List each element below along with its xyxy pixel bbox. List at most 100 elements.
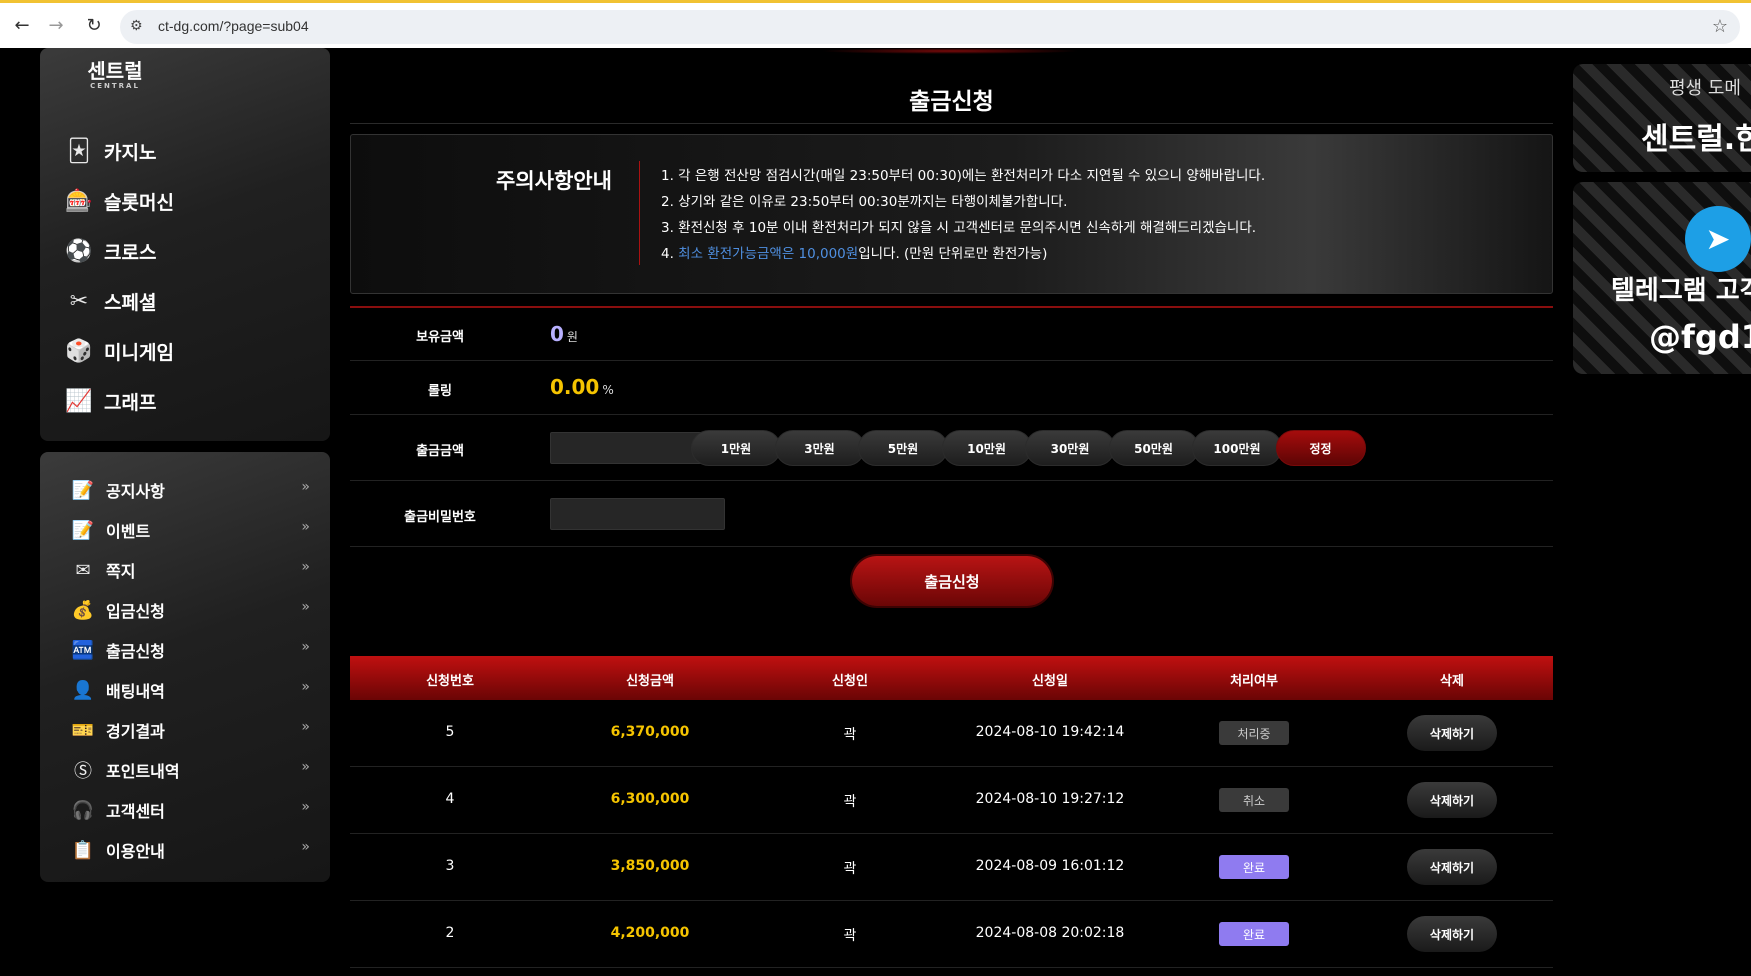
game-menu-icon: 📈: [65, 388, 93, 414]
notice-line-4: 4. 최소 환전가능금액은 10,000원입니다. (만원 단위로만 환전가능): [661, 241, 1265, 267]
game-menu-item-3[interactable]: ⚽ 크로스: [64, 226, 174, 276]
sub-menu-item-7[interactable]: 🎫 경기결과 »: [70, 710, 310, 750]
logo-text: 센트럴: [87, 59, 143, 83]
sub-menu-label: 경기결과: [106, 722, 165, 741]
sub-menu-icon: 📝: [71, 479, 95, 501]
quick-amount-button-7[interactable]: 100만원: [1192, 430, 1282, 466]
quick-amount-button-2[interactable]: 3만원: [774, 430, 865, 466]
game-menu-item-6[interactable]: 📈 그래프: [64, 376, 174, 426]
delete-button[interactable]: 삭제하기: [1407, 782, 1497, 818]
sub-menu-item-5[interactable]: 🏧 출금신청 »: [70, 630, 310, 670]
game-menu-item-5[interactable]: 🎲 미니게임: [64, 326, 174, 376]
status-badge: 완료: [1219, 922, 1289, 946]
requester-cell: 곽: [843, 928, 857, 944]
game-menu-item-1[interactable]: 🃏 카지노: [64, 126, 174, 176]
sub-menu-item-3[interactable]: ✉ 쪽지 »: [70, 550, 310, 590]
request-amount-cell: 6,300,000: [610, 791, 690, 807]
table-row: 5 6,370,000 곽 2024-08-10 19:42:14 처리중 삭제하기: [350, 700, 1553, 767]
site-logo[interactable]: 센트럴 CENTRAL: [80, 60, 150, 90]
status-badge: 처리중: [1219, 721, 1289, 745]
game-menu-icon: 🃏: [67, 138, 91, 164]
balance-value-wrap: 0원: [550, 322, 578, 346]
sub-menu-icon: 🎫: [71, 719, 95, 741]
double-chevron-right-icon: »: [301, 599, 310, 615]
domain-banner-caption: 평생 도메: [1669, 78, 1741, 99]
requester-cell: 곽: [843, 727, 857, 743]
reset-amount-button[interactable]: 정정: [1275, 430, 1366, 466]
sub-menu-label: 고객센터: [106, 802, 165, 821]
forward-icon[interactable]: →: [44, 15, 68, 36]
balance-value: 0: [550, 322, 564, 346]
url-text[interactable]: ct-dg.com/?page=sub04: [158, 18, 309, 34]
game-menu-label: 카지노: [104, 141, 157, 164]
bookmark-star-icon[interactable]: ☆: [1712, 16, 1728, 37]
quick-amount-button-6[interactable]: 50만원: [1108, 430, 1199, 466]
balance-unit: 원: [566, 330, 578, 344]
game-menu-label: 슬롯머신: [104, 191, 174, 214]
table-row: 2 4,200,000 곽 2024-08-08 20:02:18 완료 삭제하기: [350, 901, 1553, 968]
telegram-banner[interactable]: ➤ 텔레그램 고객 @fgd1: [1573, 182, 1751, 374]
sub-menu-label: 공지사항: [106, 482, 165, 501]
sub-menu-label: 이벤트: [106, 522, 151, 541]
notice-line-3: 3. 환전신청 후 10분 이내 환전처리가 되지 않을 시 고객센터로 문의주…: [661, 220, 1257, 236]
telegram-banner-caption: 텔레그램 고객: [1611, 276, 1751, 306]
table-header-cell: 신청번호: [426, 674, 474, 689]
request-number-cell: 5: [445, 724, 455, 740]
sub-menu-label: 쪽지: [106, 562, 136, 581]
sub-menu-icon: ✉: [75, 559, 91, 581]
table-header-cell: 신청일: [1032, 674, 1068, 689]
balance-row: 보유금액 0원: [350, 308, 1553, 361]
address-bar[interactable]: ⚙ ct-dg.com/?page=sub04 ☆: [120, 10, 1740, 44]
sub-menu-panel: 📝 공지사항» 📝 이벤트» ✉ 쪽지» 💰 입금신청» 🏧 출금신청» 👤 배팅내역» 🎫 경기결과» Ⓢ…: [40, 452, 330, 882]
back-icon[interactable]: ←: [10, 15, 34, 36]
domain-banner[interactable]: 평생 도메 센트럴.한: [1573, 64, 1751, 172]
game-menu-item-2[interactable]: 🎰 슬롯머신: [64, 176, 174, 226]
withdraw-submit-button[interactable]: 출금신청: [852, 556, 1052, 606]
password-input[interactable]: [550, 498, 725, 530]
quick-amount-button-3[interactable]: 5만원: [858, 430, 948, 466]
sub-menu-item-8[interactable]: Ⓢ 포인트내역 »: [70, 750, 310, 790]
double-chevron-right-icon: »: [301, 719, 310, 735]
sub-menu-item-2[interactable]: 📝 이벤트 »: [70, 510, 310, 550]
request-date-cell: 2024-08-10 19:27:12: [975, 791, 1125, 807]
game-menu-icon: 🎰: [65, 188, 93, 214]
sub-menu-item-1[interactable]: 📝 공지사항 »: [70, 470, 310, 510]
quick-amount-button-5[interactable]: 30만원: [1025, 430, 1115, 466]
request-number-cell: 3: [445, 858, 455, 874]
quick-amount-button-1[interactable]: 1만원: [691, 430, 781, 466]
delete-button[interactable]: 삭제하기: [1407, 715, 1497, 751]
game-menu-panel: 센트럴 CENTRAL 🃏 카지노 🎰 슬롯머신 ⚽ 크로스 ✂ 스페셜 🎲 미니게임 📈 그래프: [40, 48, 330, 441]
rolling-value-wrap: 0.00%: [550, 375, 614, 399]
game-menu-item-4[interactable]: ✂ 스페셜: [64, 276, 174, 326]
sub-menu-item-10[interactable]: 📋 이용안내 »: [70, 830, 310, 870]
status-badge: 완료: [1219, 855, 1289, 879]
delete-button[interactable]: 삭제하기: [1407, 849, 1497, 885]
sub-menu-icon: 👤: [71, 679, 95, 701]
quick-amount-button-4[interactable]: 10만원: [941, 430, 1032, 466]
amount-label: 출금금액: [416, 444, 464, 459]
game-menu-icon: 🎲: [65, 338, 93, 364]
telegram-plane-icon: ➤: [1705, 221, 1731, 257]
request-date-cell: 2024-08-10 19:42:14: [975, 724, 1125, 740]
site-settings-icon[interactable]: ⚙: [130, 18, 143, 34]
sub-menu-item-4[interactable]: 💰 입금신청 »: [70, 590, 310, 630]
reload-icon[interactable]: ↻: [82, 15, 106, 36]
notice-title: 주의사항안내: [496, 169, 612, 193]
logo-subtext: CENTRAL: [90, 82, 140, 90]
notice-line-4-prefix: 4.: [661, 246, 679, 262]
sub-menu-icon: 💰: [71, 599, 95, 621]
title-divider: [350, 123, 1553, 124]
password-label: 출금비밀번호: [404, 510, 476, 525]
sub-menu-label: 배팅내역: [106, 682, 165, 701]
sub-menu-label: 입금신청: [106, 602, 165, 621]
sub-menu-icon: 📝: [71, 519, 95, 541]
sub-menu-item-9[interactable]: 🎧 고객센터 »: [70, 790, 310, 830]
sub-menu-item-6[interactable]: 👤 배팅내역 »: [70, 670, 310, 710]
double-chevron-right-icon: »: [301, 479, 310, 495]
double-chevron-right-icon: »: [301, 679, 310, 695]
rolling-row: 롤링 0.00%: [350, 361, 1553, 415]
request-date-cell: 2024-08-08 20:02:18: [975, 925, 1125, 941]
notice-lines: 1. 각 은행 전산망 점검시간(매일 23:50부터 00:30)에는 환전처…: [661, 163, 1265, 267]
request-amount-cell: 6,370,000: [610, 724, 690, 740]
delete-button[interactable]: 삭제하기: [1407, 916, 1497, 952]
